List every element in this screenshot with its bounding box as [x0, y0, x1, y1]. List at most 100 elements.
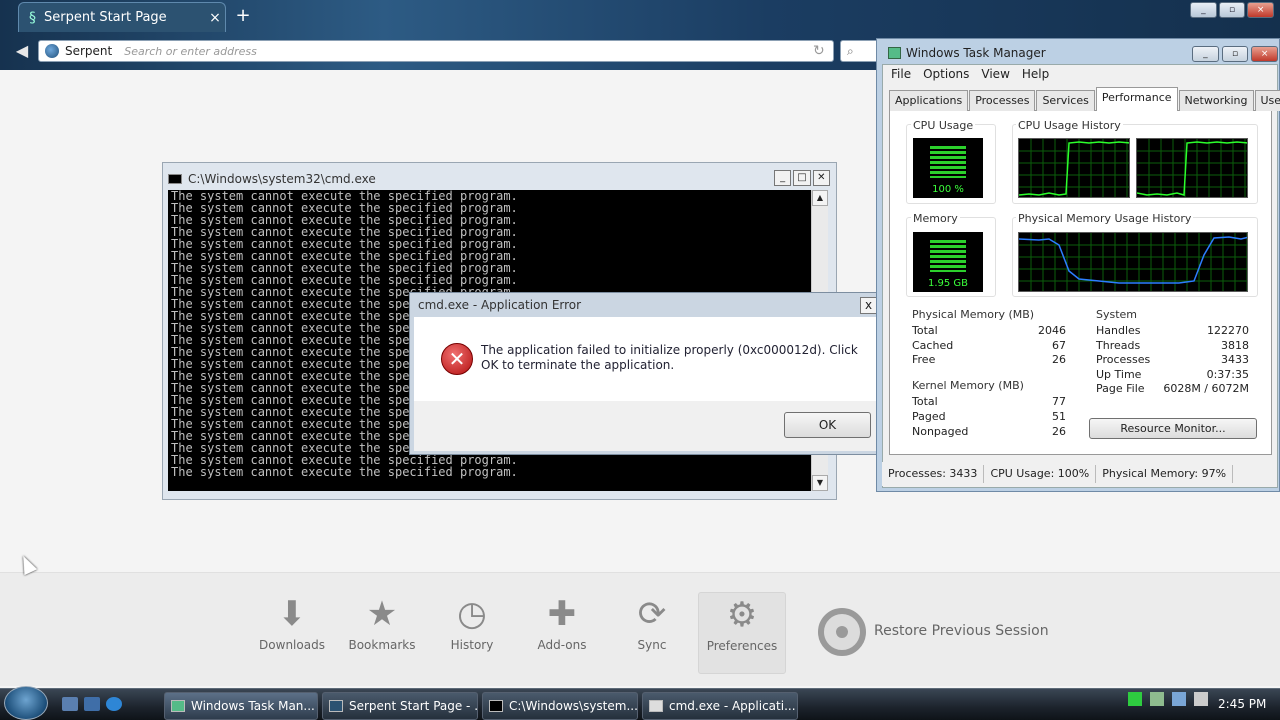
tab-performance[interactable]: Performance	[1095, 87, 1178, 111]
close-button[interactable]: ✕	[812, 170, 830, 186]
internet-explorer-icon[interactable]	[106, 697, 122, 711]
cpu-usage-label: CPU Usage	[911, 119, 976, 132]
task-manager-status-bar: Processes: 3433 CPU Usage: 100% Physical…	[882, 462, 1276, 486]
maximize-button[interactable]: ▫	[1221, 46, 1249, 62]
stat-row: Paged 51	[912, 410, 1066, 423]
cmd-title-bar[interactable]: C:\Windows\system32\cmd.exe	[168, 170, 828, 188]
puzzle-icon: ✚	[547, 594, 577, 634]
taskbar-cmd-error[interactable]: cmd.exe - Applicati...	[642, 692, 798, 720]
task-manager-title-bar[interactable]: Windows Task Manager	[888, 46, 1046, 60]
tray-app-icon[interactable]	[1150, 692, 1164, 706]
gear-icon: ⚙	[726, 595, 758, 635]
browser-window-controls: _ ▫ ×	[1190, 2, 1275, 20]
taskbar-label: C:\Windows\system...	[509, 699, 638, 713]
minimize-button[interactable]: _	[1192, 46, 1219, 62]
stat-row: Total 77	[912, 395, 1066, 408]
address-bar[interactable]: Serpent Search or enter address ↻	[38, 40, 834, 62]
launcher-history[interactable]: ◷ History	[432, 592, 512, 674]
launcher-bookmarks[interactable]: ★ Bookmarks	[342, 592, 422, 674]
maximize-button[interactable]: ▫	[1218, 2, 1246, 18]
cpu-usage-value: 100 %	[932, 184, 964, 195]
console-icon	[489, 700, 503, 712]
cmd-window-controls: _ □ ✕	[774, 170, 830, 186]
stat-row: Nonpaged 26	[912, 425, 1066, 438]
launcher-addons[interactable]: ✚ Add-ons	[522, 592, 602, 674]
volume-icon[interactable]	[1194, 692, 1208, 706]
close-button[interactable]: ×	[1247, 2, 1275, 18]
launcher-downloads[interactable]: ⬇ Downloads	[252, 592, 332, 674]
taskbar-clock[interactable]: 2:45 PM	[1218, 697, 1266, 711]
stat-row: Handles 122270	[1096, 324, 1249, 337]
tab-users[interactable]: Users	[1254, 90, 1280, 111]
tab-networking[interactable]: Networking	[1178, 90, 1254, 111]
taskbar-label: Windows Task Man...	[191, 699, 315, 713]
back-arrow-icon[interactable]: ◀	[10, 41, 34, 61]
maximize-button[interactable]: □	[793, 170, 811, 186]
serpent-icon: §	[29, 9, 36, 26]
launcher-preferences[interactable]: ⚙ Preferences	[698, 592, 786, 674]
globe-icon	[45, 44, 59, 58]
task-manager-window-controls: _ ▫ ×	[1192, 46, 1279, 62]
taskbar-label: Serpent Start Page - ...	[349, 699, 478, 713]
console-line: The system cannot execute the specified …	[171, 465, 518, 479]
status-memory: Physical Memory: 97%	[1096, 465, 1234, 483]
menu-help[interactable]: Help	[1017, 66, 1054, 82]
minimize-button[interactable]: _	[774, 170, 792, 186]
tab-services[interactable]: Services	[1036, 90, 1095, 111]
status-processes: Processes: 3433	[882, 465, 985, 483]
status-cpu: CPU Usage: 100%	[984, 465, 1097, 483]
error-message: The application failed to initialize pro…	[481, 343, 858, 372]
resource-monitor-button[interactable]: Resource Monitor...	[1089, 418, 1257, 439]
ok-button[interactable]: OK	[784, 412, 871, 438]
dialog-icon	[649, 700, 663, 712]
menu-file[interactable]: File	[886, 66, 916, 82]
memory-history-graph	[1018, 232, 1248, 292]
start-button[interactable]	[4, 686, 48, 720]
stat-row: Page File 6028M / 6072M	[1096, 382, 1249, 395]
switch-windows-icon[interactable]	[84, 697, 100, 711]
launcher-label: History	[450, 638, 494, 652]
dialog-close-button[interactable]: x	[860, 297, 877, 314]
network-status-icon[interactable]	[1128, 692, 1142, 706]
stat-row: Processes 3433	[1096, 353, 1249, 366]
cpu-usage-meter: 100 %	[913, 138, 983, 198]
stat-row: Threads 3818	[1096, 339, 1249, 352]
network-icon[interactable]	[1172, 692, 1186, 706]
launcher-label: Downloads	[259, 638, 325, 652]
launcher-label: Add-ons	[537, 638, 587, 652]
tab-processes[interactable]: Processes	[969, 90, 1036, 111]
launcher-sync[interactable]: ⟳ Sync	[612, 592, 692, 674]
menu-options[interactable]: Options	[918, 66, 974, 82]
physical-memory-heading: Physical Memory (MB)	[912, 308, 1035, 321]
taskbar-label: cmd.exe - Applicati...	[669, 699, 796, 713]
address-input[interactable]: Search or enter address	[124, 45, 813, 58]
tab-applications[interactable]: Applications	[889, 90, 969, 111]
task-manager-icon	[888, 47, 901, 59]
minimize-button[interactable]: _	[1190, 2, 1217, 18]
taskbar-serpent[interactable]: Serpent Start Page - ...	[322, 692, 478, 720]
system-tray	[1128, 692, 1208, 706]
tab-close-icon[interactable]: ×	[205, 10, 225, 26]
restore-session-button[interactable]: Restore Previous Session	[874, 623, 1049, 639]
quick-launch	[62, 697, 122, 711]
reload-icon[interactable]: ↻	[813, 43, 833, 59]
launcher-label: Preferences	[706, 639, 778, 653]
restore-session-icon[interactable]	[818, 608, 866, 656]
search-box[interactable]: ⌕	[840, 40, 880, 62]
taskbar-task-manager[interactable]: Windows Task Man...	[164, 692, 318, 720]
memory-value: 1.95 GB	[927, 278, 969, 289]
show-desktop-icon[interactable]	[62, 697, 78, 711]
scroll-up-icon[interactable]: ▲	[812, 190, 828, 206]
menu-view[interactable]: View	[976, 66, 1014, 82]
close-button[interactable]: ×	[1251, 46, 1279, 62]
search-icon: ⌕	[847, 44, 854, 58]
stat-row: Total 2046	[912, 324, 1066, 337]
error-icon: ✕	[441, 343, 473, 375]
new-tab-button[interactable]: +	[232, 5, 254, 27]
system-heading: System	[1096, 308, 1138, 321]
download-icon: ⬇	[277, 594, 307, 634]
task-manager-menu: File Options View Help	[886, 66, 1054, 82]
tab-serpent-start-page[interactable]: § Serpent Start Page ×	[18, 2, 226, 32]
taskbar-cmd[interactable]: C:\Windows\system...	[482, 692, 638, 720]
scroll-down-icon[interactable]: ▼	[812, 475, 828, 491]
